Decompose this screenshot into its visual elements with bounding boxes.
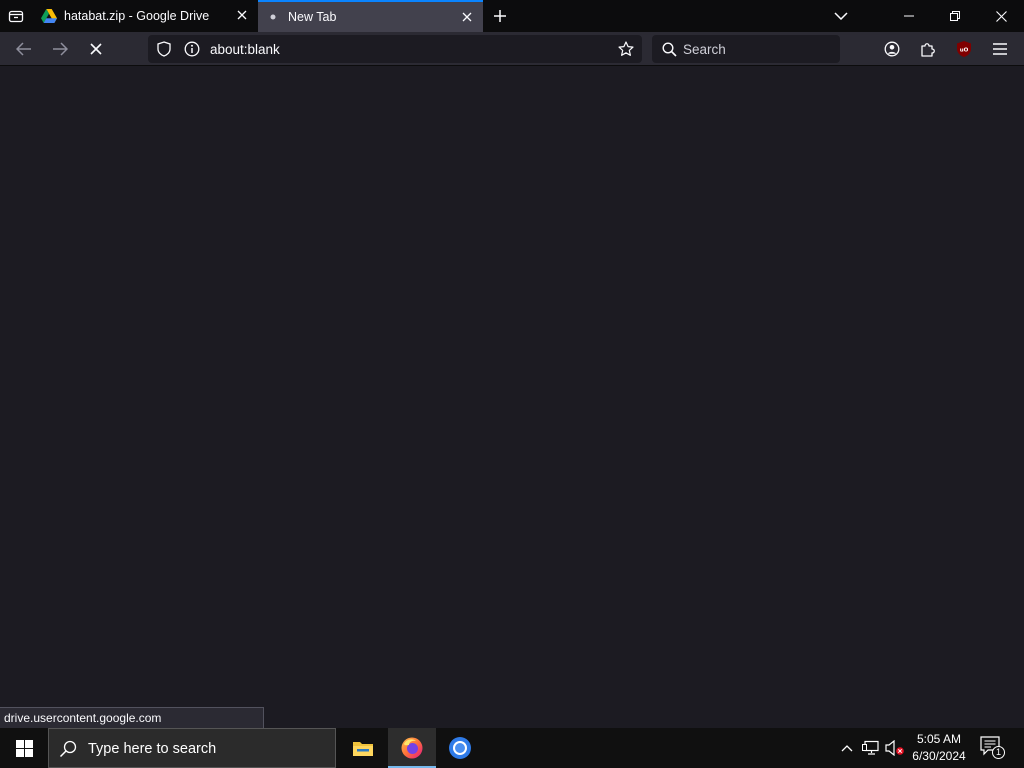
chrome-icon[interactable] <box>436 728 484 768</box>
network-icon[interactable] <box>861 738 881 758</box>
windows-start-icon[interactable] <box>0 728 48 768</box>
google-drive-icon <box>41 8 57 24</box>
url-text: about:blank <box>210 42 280 57</box>
tab-title: hatabat.zip - Google Drive <box>64 9 210 23</box>
tab-title: New Tab <box>288 10 337 24</box>
site-info-icon[interactable] <box>184 41 200 57</box>
back-arrow-icon[interactable] <box>12 37 36 61</box>
bookmark-star-icon[interactable] <box>618 41 634 57</box>
notification-count-badge: 1 <box>992 746 1005 759</box>
navigation-toolbar: about:blank Search uO <box>0 32 1024 66</box>
loading-dot-icon <box>265 9 281 25</box>
tab-strip: hatabat.zip - Google Drive New Tab <box>0 0 1024 32</box>
url-bar[interactable]: about:blank <box>148 35 642 63</box>
new-tab-plus-icon[interactable] <box>489 5 511 27</box>
close-window-icon[interactable] <box>978 0 1024 32</box>
taskbar-clock[interactable]: 5:05 AM 6/30/2024 <box>902 731 976 765</box>
search-bar[interactable]: Search <box>652 35 840 63</box>
restore-icon[interactable] <box>932 0 978 32</box>
status-link-url: drive.usercontent.google.com <box>0 707 264 728</box>
forward-arrow-icon[interactable] <box>48 37 72 61</box>
search-input[interactable]: Search <box>683 42 726 57</box>
tab-google-drive[interactable]: hatabat.zip - Google Drive <box>34 0 258 32</box>
close-tab-icon[interactable] <box>459 9 475 25</box>
clock-date: 6/30/2024 <box>912 749 966 763</box>
chevron-down-icon[interactable] <box>830 6 852 26</box>
action-center-icon[interactable]: 1 <box>980 736 1006 760</box>
extensions-puzzle-icon[interactable] <box>916 37 940 61</box>
taskbar-search-box[interactable]: Type here to search <box>48 728 336 768</box>
svg-text:uO: uO <box>960 48 969 54</box>
ublock-origin-icon[interactable]: uO <box>952 37 976 61</box>
account-icon[interactable] <box>880 37 904 61</box>
minimize-icon[interactable] <box>886 0 932 32</box>
firefox-icon[interactable] <box>388 728 436 768</box>
windows-taskbar: Type here to search 5:05 AM 6/30/2024 1 <box>0 728 1024 768</box>
tracking-protection-shield-icon[interactable] <box>156 41 172 57</box>
close-tab-icon[interactable] <box>234 7 250 23</box>
tab-new-tab[interactable]: New Tab <box>258 0 483 32</box>
file-explorer-icon[interactable] <box>339 728 387 768</box>
search-icon <box>59 740 77 758</box>
hamburger-menu-icon[interactable] <box>988 37 1012 61</box>
taskbar-search-placeholder: Type here to search <box>88 741 217 757</box>
list-all-tabs-icon[interactable] <box>4 4 28 28</box>
clock-time: 5:05 AM <box>916 732 962 746</box>
page-content <box>0 66 1024 728</box>
stop-loading-icon[interactable] <box>84 37 108 61</box>
search-icon <box>661 41 677 57</box>
chevron-up-icon[interactable] <box>837 738 857 758</box>
